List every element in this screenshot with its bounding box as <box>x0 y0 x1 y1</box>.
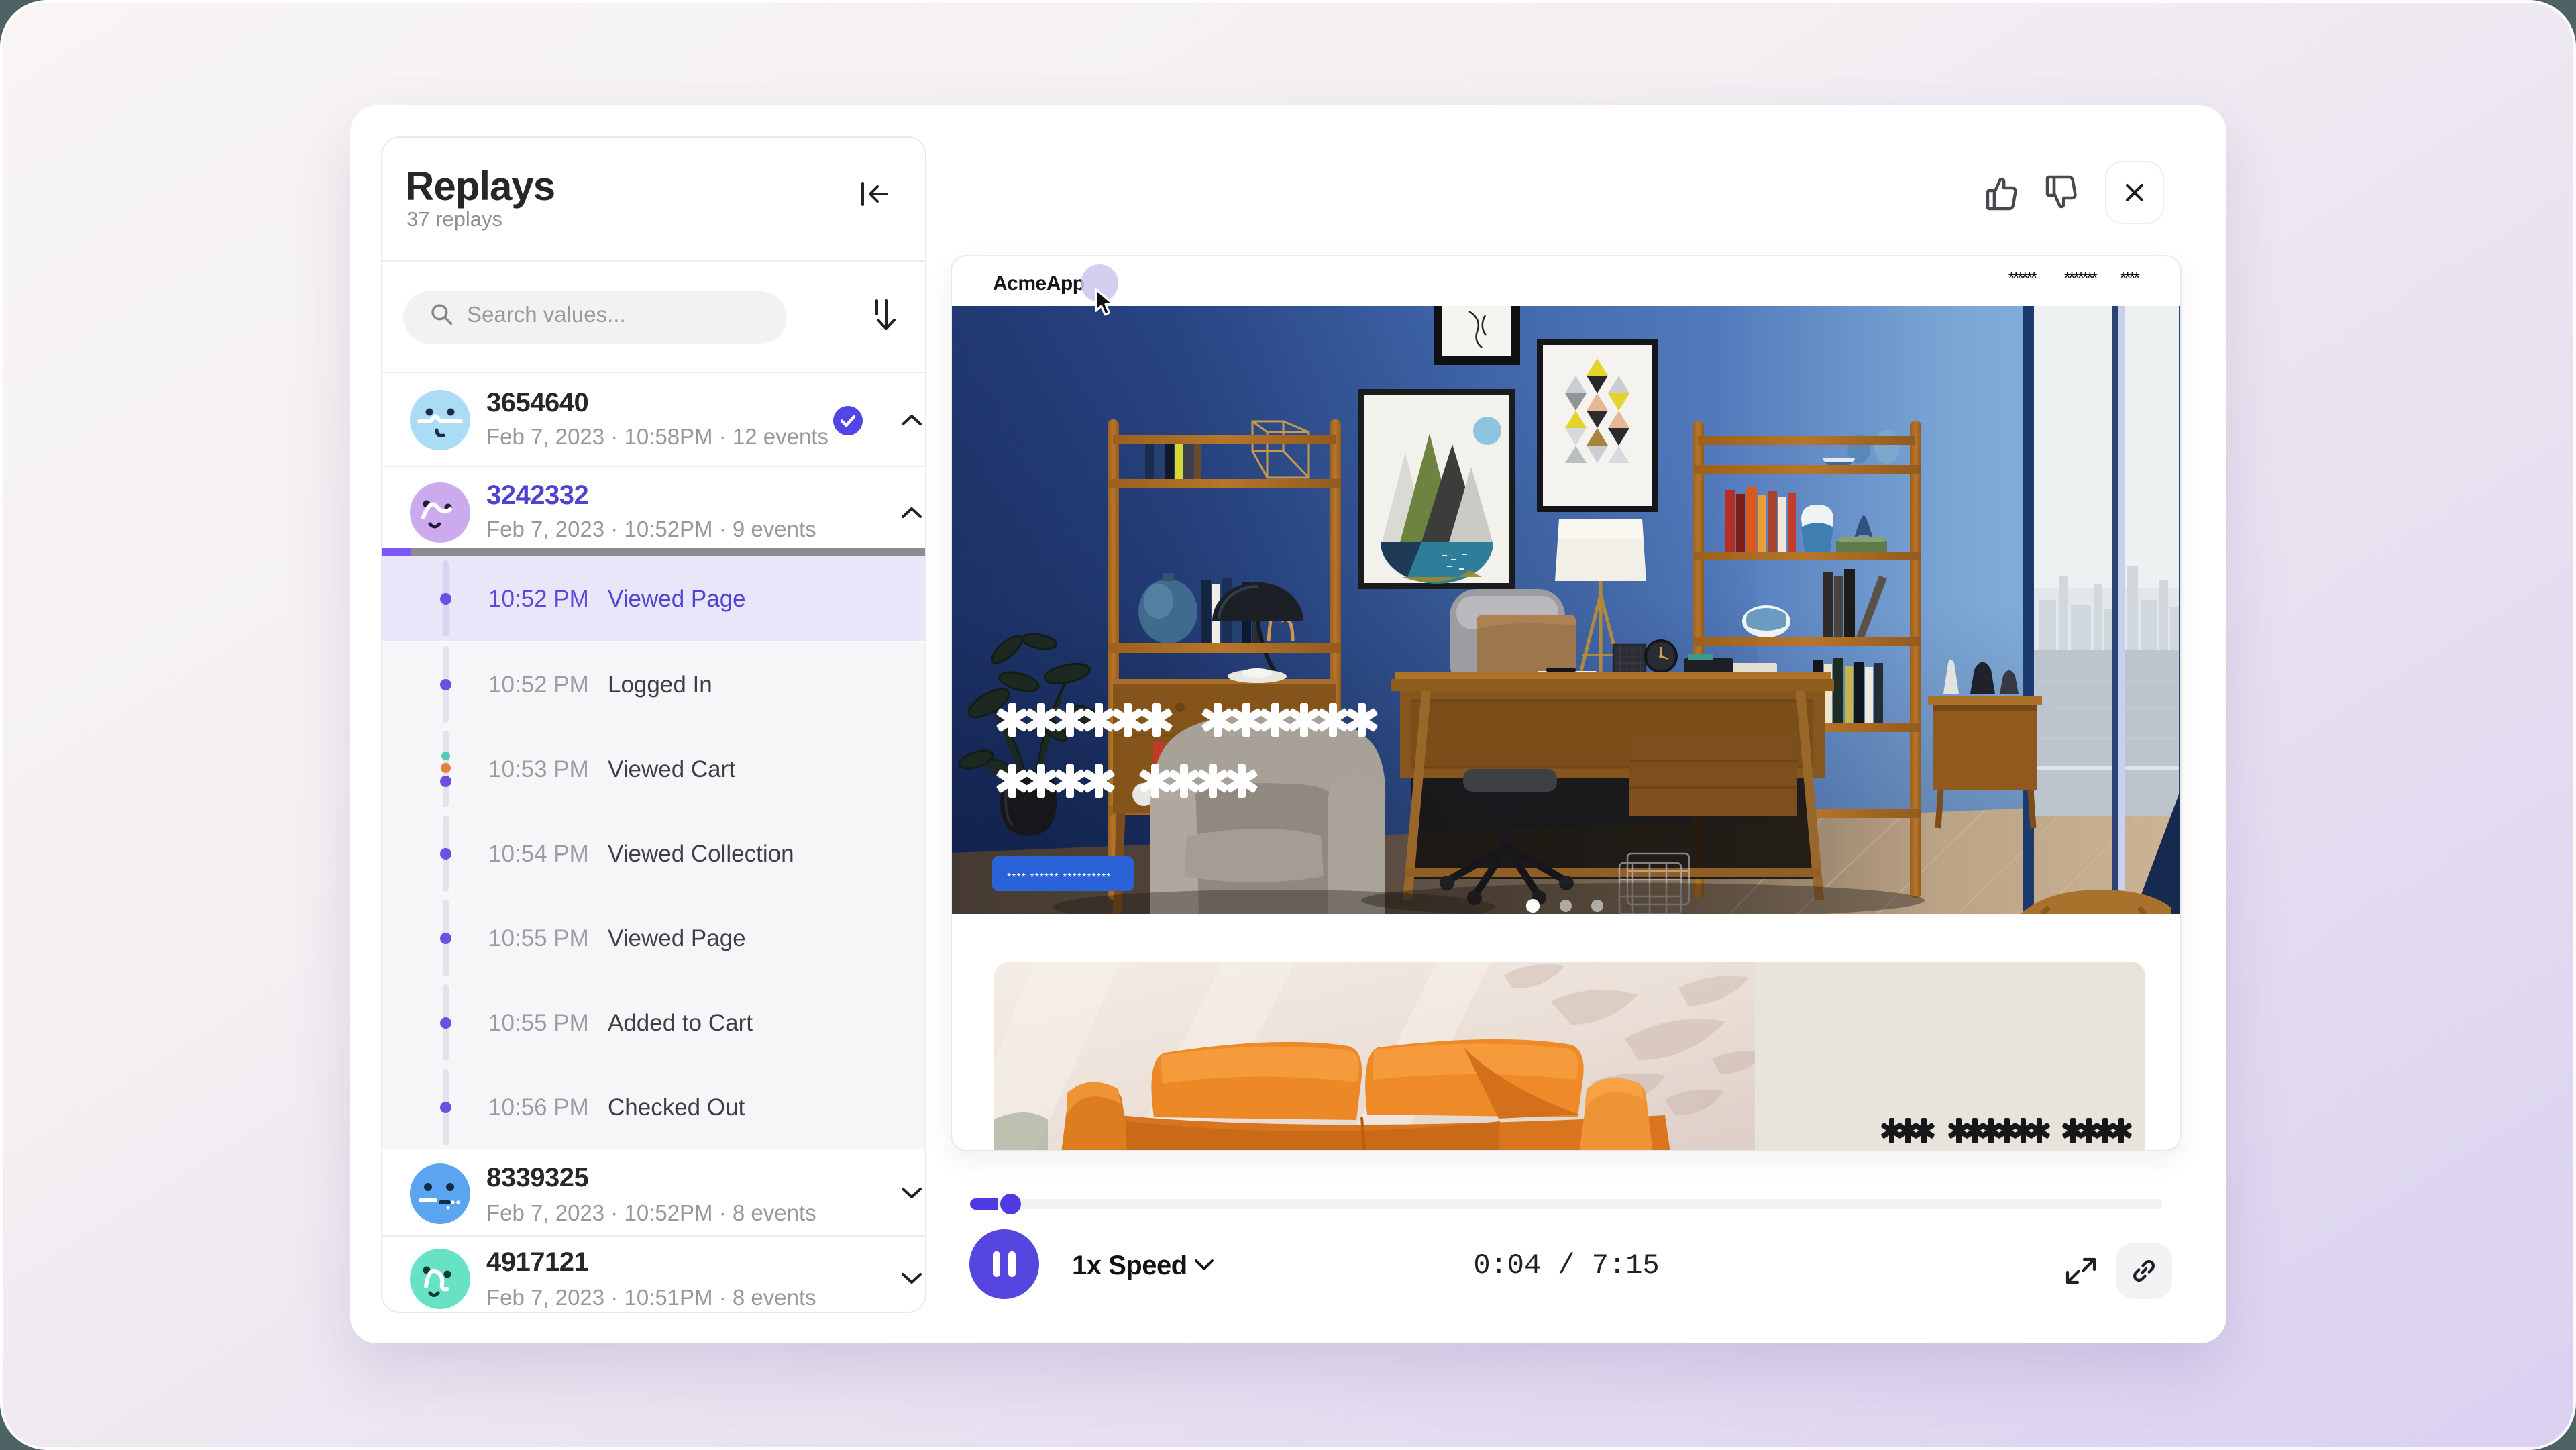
svg-text:**** ****** **********: **** ****** ********** <box>1007 872 1111 883</box>
